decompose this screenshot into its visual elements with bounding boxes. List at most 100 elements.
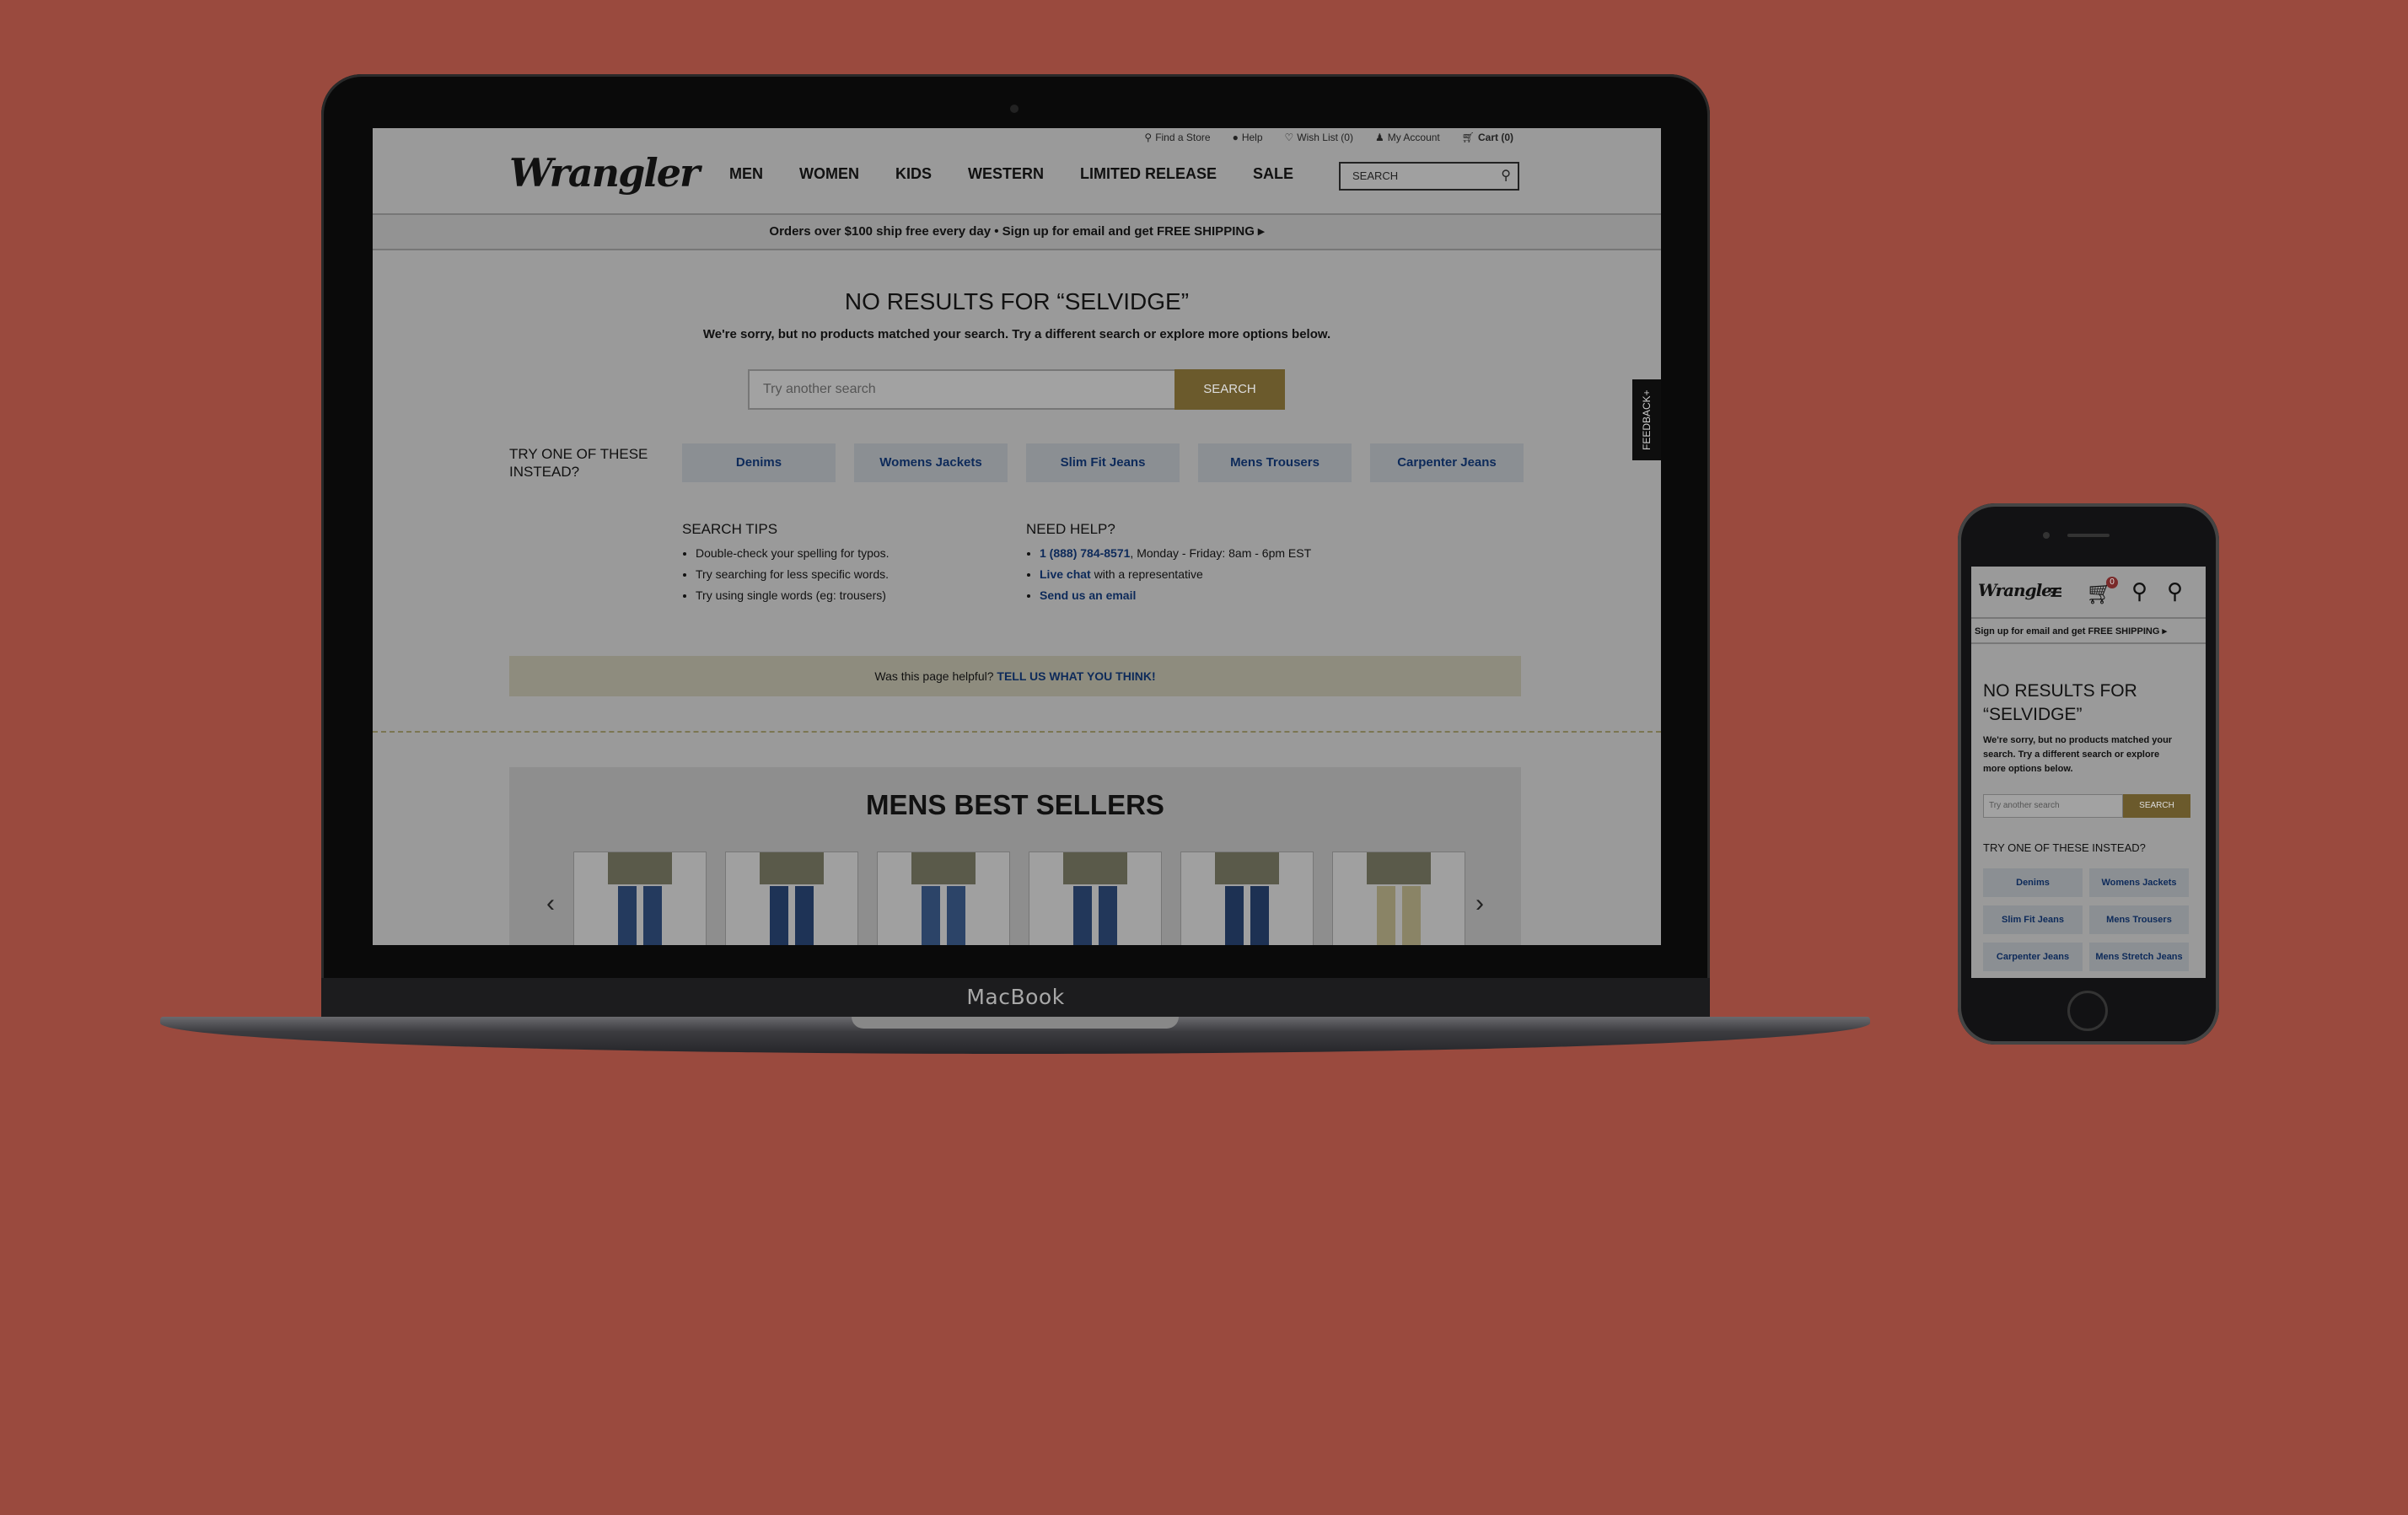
suggestion-slim-fit-jeans[interactable]: Slim Fit Jeans: [1026, 443, 1180, 482]
nav-kids[interactable]: KIDS: [895, 165, 932, 183]
wishlist-link[interactable]: ♡ Wish List (0): [1285, 132, 1353, 143]
phone-suggestion-mens-trousers[interactable]: Mens Trousers: [2089, 905, 2189, 934]
need-help: NEED HELP? 1 (888) 784-8571, Monday - Fr…: [1026, 521, 1311, 610]
phone-suggestion-chips: Denims Womens Jackets Slim Fit Jeans Men…: [1983, 868, 2196, 971]
retry-search-button[interactable]: SEARCH: [1174, 369, 1285, 410]
pin-icon: ⚲: [1144, 132, 1153, 143]
product-leg: [1250, 886, 1269, 945]
suggestion-chips: Denims Womens Jackets Slim Fit Jeans Men…: [682, 443, 1524, 482]
product-shirt: [1215, 852, 1279, 884]
product-shirt: [1367, 852, 1431, 884]
laptop-screen: ⚲ Find a Store ● Help ♡ Wish List (0) ♟ My A…: [373, 128, 1661, 945]
phone-retry-search-input[interactable]: Try another search: [1983, 794, 2123, 818]
phone-logo[interactable]: Wrangler: [1978, 580, 2060, 600]
suggestion-mens-trousers[interactable]: Mens Trousers: [1198, 443, 1352, 482]
help-phone-item: 1 (888) 784-8571, Monday - Friday: 8am -…: [1040, 546, 1311, 560]
help-email-item: Send us an email: [1040, 588, 1311, 602]
cart-icon: 🛒︎: [1461, 132, 1475, 143]
product-leg: [795, 886, 814, 945]
product-leg: [1402, 886, 1421, 945]
phone-suggestion-womens-jackets[interactable]: Womens Jackets: [2089, 868, 2189, 897]
phone-home-button[interactable]: [2067, 991, 2108, 1031]
find-store-link[interactable]: ⚲ Find a Store: [1144, 132, 1210, 143]
cart-label: Cart (0): [1477, 132, 1513, 143]
email-link[interactable]: Send us an email: [1040, 588, 1136, 602]
phone-try-instead-label: TRY ONE OF THESE INSTEAD?: [1983, 841, 2146, 854]
phone-screen: Wrangler ≡ 🛒︎ 0 ⚲ ⚲ Sign up for email an…: [1971, 567, 2206, 978]
product-thumbnail[interactable]: [725, 852, 858, 945]
phone-suggestion-mens-stretch-jeans[interactable]: Mens Stretch Jeans: [2089, 943, 2189, 971]
product-shirt: [1063, 852, 1127, 884]
need-help-heading: NEED HELP?: [1026, 521, 1115, 537]
helpful-question: Was this page helpful?: [874, 669, 997, 683]
product-carousel: [573, 852, 1465, 945]
heart-icon: ♡: [1284, 132, 1294, 143]
product-thumbnail[interactable]: [1029, 852, 1162, 945]
nav-men[interactable]: MEN: [729, 165, 763, 183]
search-icon[interactable]: ⚲: [2167, 578, 2183, 604]
search-tip: Try searching for less specific words.: [696, 567, 890, 581]
product-thumbnail[interactable]: [877, 852, 1010, 945]
suggestion-womens-jackets[interactable]: Womens Jackets: [854, 443, 1008, 482]
product-leg: [1377, 886, 1395, 945]
hamburger-menu-icon[interactable]: ≡: [2050, 581, 2062, 603]
phone-suggestion-slim-fit-jeans[interactable]: Slim Fit Jeans: [1983, 905, 2083, 934]
promo-banner[interactable]: Orders over $100 ship free every day • S…: [373, 215, 1661, 250]
product-thumbnail[interactable]: [1332, 852, 1465, 945]
laptop-camera: [1010, 105, 1019, 113]
product-shirt: [608, 852, 672, 884]
phone-promo-banner[interactable]: Sign up for email and get FREE SHIPPING …: [1971, 619, 2206, 644]
laptop-notch: [852, 1017, 1179, 1029]
best-sellers-title: MENS BEST SELLERS: [866, 789, 1164, 820]
phone-speaker: [2067, 534, 2110, 537]
cart-count-badge: 0: [2106, 577, 2118, 588]
product-leg: [770, 886, 788, 945]
chat-description: with a representative: [1090, 567, 1203, 581]
help-link[interactable]: ● Help: [1233, 132, 1263, 143]
no-results-subtitle: We're sorry, but no products matched you…: [702, 327, 1331, 341]
nav-western[interactable]: WESTERN: [968, 165, 1044, 183]
macbook-label: MacBook: [966, 985, 1065, 1009]
product-shirt: [760, 852, 824, 884]
help-label: Help: [1241, 132, 1263, 143]
tell-us-link[interactable]: TELL US WHAT YOU THINK!: [997, 669, 1155, 683]
search-icon[interactable]: ⚲: [1501, 164, 1511, 189]
cart-link[interactable]: 🛒︎ Cart (0): [1462, 132, 1513, 143]
live-chat-link[interactable]: Live chat: [1040, 567, 1091, 581]
carousel-next-icon[interactable]: ›: [1475, 889, 1484, 918]
carousel-prev-icon[interactable]: ‹: [546, 889, 555, 918]
help-chat-item: Live chat with a representative: [1040, 567, 1311, 581]
product-leg: [618, 886, 637, 945]
suggestion-denims[interactable]: Denims: [682, 443, 836, 482]
search-tips: SEARCH TIPS Double-check your spelling f…: [682, 521, 890, 610]
search-tips-heading: SEARCH TIPS: [682, 521, 778, 537]
wrangler-logo[interactable]: Wrangler: [509, 150, 700, 196]
phone-link[interactable]: 1 (888) 784-8571: [1040, 546, 1130, 560]
phone-suggestion-denims[interactable]: Denims: [1983, 868, 2083, 897]
feedback-tab[interactable]: FEEDBACK+: [1632, 379, 1661, 460]
phone-retry-search-button[interactable]: SEARCH: [2123, 794, 2190, 818]
location-pin-icon[interactable]: ⚲: [2131, 578, 2147, 604]
header-search-input[interactable]: SEARCH ⚲: [1339, 162, 1519, 191]
utility-nav: ⚲ Find a Store ● Help ♡ Wish List (0) ♟ My A…: [1144, 132, 1513, 143]
product-shirt: [911, 852, 976, 884]
nav-sale[interactable]: SALE: [1253, 165, 1293, 183]
product-thumbnail[interactable]: [573, 852, 707, 945]
find-store-label: Find a Store: [1155, 132, 1211, 143]
retry-search-input[interactable]: Try another search: [748, 369, 1176, 410]
product-thumbnail[interactable]: [1180, 852, 1314, 945]
phone-no-results-subtitle: We're sorry, but no products matched you…: [1983, 735, 2173, 774]
nav-women[interactable]: WOMEN: [799, 165, 859, 183]
search-tip: Try using single words (eg: trousers): [696, 588, 890, 602]
product-leg: [922, 886, 940, 945]
product-leg: [643, 886, 662, 945]
user-icon: ♟: [1374, 132, 1384, 143]
phone-hours: , Monday - Friday: 8am - 6pm EST: [1130, 546, 1312, 560]
phone-suggestion-carpenter-jeans[interactable]: Carpenter Jeans: [1983, 943, 2083, 971]
wishlist-label: Wish List (0): [1297, 132, 1353, 143]
account-link[interactable]: ♟ My Account: [1375, 132, 1440, 143]
phone-header: Wrangler ≡ 🛒︎ 0 ⚲ ⚲: [1971, 567, 2206, 619]
suggestion-carpenter-jeans[interactable]: Carpenter Jeans: [1370, 443, 1524, 482]
help-icon: ●: [1232, 132, 1239, 143]
nav-limited-release[interactable]: LIMITED RELEASE: [1080, 165, 1217, 183]
